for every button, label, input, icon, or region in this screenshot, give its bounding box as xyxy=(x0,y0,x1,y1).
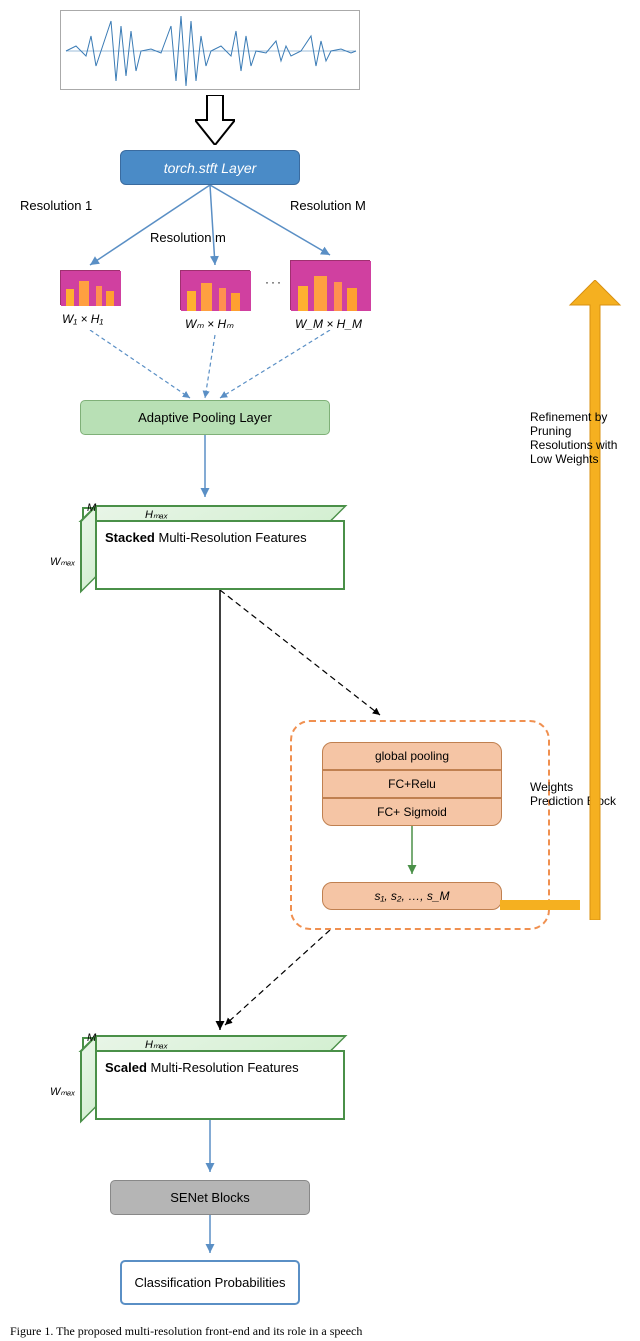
feedback-text: Refinement by Pruning Resolutions with L… xyxy=(530,410,620,466)
arrow-wb-inner xyxy=(402,826,422,881)
waveform-image xyxy=(60,10,360,90)
down-arrow-hollow xyxy=(195,95,235,145)
dim-Hmax-2: Hₘₐₓ xyxy=(145,1038,168,1051)
fc-sigmoid-label: FC+ Sigmoid xyxy=(377,805,447,819)
global-pooling-box: global pooling xyxy=(322,742,502,770)
scaled-features-label: Scaled Multi-Resolution Features xyxy=(97,1052,327,1083)
dim-Wmax-2: Wₘₐₓ xyxy=(50,1085,75,1098)
arrow-pool-to-stacked xyxy=(195,435,215,505)
fc-sigmoid-box: FC+ Sigmoid xyxy=(322,798,502,826)
dots: ··· xyxy=(265,275,283,289)
senet-label: SENet Blocks xyxy=(170,1190,249,1205)
arrow-to-feedback xyxy=(500,895,595,915)
dims-m: Wₘ × Hₘ xyxy=(185,317,234,331)
spectrogram-1 xyxy=(60,270,120,305)
adaptive-pooling-box: Adaptive Pooling Layer xyxy=(80,400,330,435)
feedback-arrow xyxy=(565,280,625,920)
senet-box: SENet Blocks xyxy=(110,1180,310,1215)
class-prob-label: Classification Probabilities xyxy=(134,1275,285,1290)
dims-1: W₁ × H₁ xyxy=(62,312,103,326)
global-pooling-label: global pooling xyxy=(375,749,449,763)
stft-layer-label: torch.stft Layer xyxy=(164,160,257,176)
scaled-features-box: Scaled Multi-Resolution Features xyxy=(95,1050,345,1120)
weights-output-box: s₁, s₂, …, s_M xyxy=(322,882,502,910)
dim-M-2: M xyxy=(87,1032,96,1044)
fanin-arrows xyxy=(0,330,400,405)
stft-layer-box: torch.stft Layer xyxy=(120,150,300,185)
fc-relu-label: FC+Relu xyxy=(388,777,436,791)
stacked-features-label: Stacked Multi-Resolution Features xyxy=(97,522,327,553)
weights-output-label: s₁, s₂, …, s_M xyxy=(374,889,449,903)
spectrogram-M xyxy=(290,260,370,310)
arrow-to-classprob xyxy=(200,1215,220,1260)
figure-caption: Figure 1. The proposed multi-resolution … xyxy=(10,1324,630,1339)
dims-M: W_M × H_M xyxy=(295,317,362,331)
dim-M-1: M xyxy=(87,502,96,514)
arrow-to-senet xyxy=(200,1120,220,1180)
spectrogram-m xyxy=(180,270,250,310)
dim-Wmax-1: Wₘₐₓ xyxy=(50,555,75,568)
adaptive-pooling-label: Adaptive Pooling Layer xyxy=(138,410,272,425)
stacked-features-box: Stacked Multi-Resolution Features xyxy=(95,520,345,590)
fc-relu-box: FC+Relu xyxy=(322,770,502,798)
dim-Hmax-1: Hₘₐₓ xyxy=(145,508,168,521)
class-prob-box: Classification Probabilities xyxy=(120,1260,300,1305)
